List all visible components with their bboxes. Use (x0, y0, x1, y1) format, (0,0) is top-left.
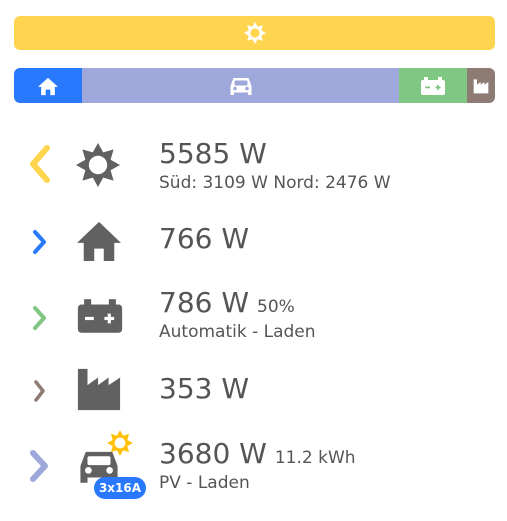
sun-icon (107, 430, 133, 456)
chevron-right-icon (34, 380, 45, 402)
flow-segment-car[interactable] (82, 68, 399, 103)
house-power-value: 766 W (159, 222, 250, 255)
chevron-right-icon (30, 450, 48, 482)
phase-current-badge: 3x16A (94, 477, 146, 499)
battery-soc: 50% (257, 297, 295, 317)
car-icon (230, 77, 251, 95)
grid-power-value: 353 W (159, 372, 250, 405)
chevron-right-icon (33, 230, 46, 254)
pv-power-value: 5585 W (159, 137, 267, 170)
car-power-value: 3680 W (159, 437, 267, 470)
flow-segment-battery[interactable] (399, 68, 467, 103)
home-icon (38, 77, 58, 95)
battery-icon (421, 76, 445, 95)
energy-flow-bar (14, 68, 495, 103)
solar-production-bar (14, 16, 495, 50)
chevron-left-icon (30, 145, 50, 183)
battery-power-value: 786 W (159, 286, 250, 319)
home-icon (77, 221, 121, 262)
chevron-right-icon (33, 306, 46, 330)
factory-icon (77, 368, 121, 411)
car-power-line: 3680 W 11.2 kWh (159, 437, 356, 470)
car-session-energy: 11.2 kWh (274, 448, 356, 468)
flow-segment-grid[interactable] (467, 68, 495, 103)
sun-icon (76, 143, 120, 187)
sun-icon (243, 22, 266, 44)
flow-segment-house[interactable] (14, 68, 82, 103)
car-charge-mode: PV - Laden (159, 473, 250, 493)
battery-power-line: 786 W 50% (159, 286, 295, 319)
factory-icon (473, 78, 489, 93)
pv-strings-detail: Süd: 3109 W Nord: 2476 W (159, 173, 391, 193)
battery-icon (77, 299, 123, 333)
battery-mode: Automatik - Laden (159, 322, 316, 342)
